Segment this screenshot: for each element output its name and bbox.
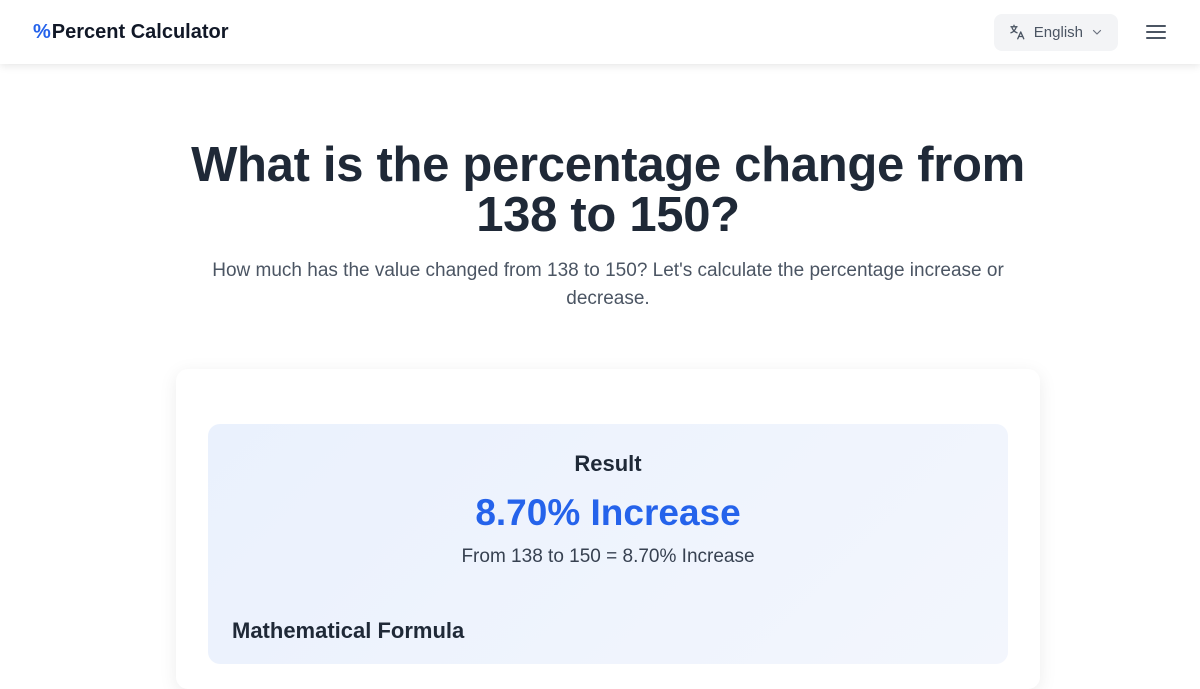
hamburger-menu-icon[interactable] [1144,20,1168,44]
top-header: % Percent Calculator English [0,0,1200,64]
page-title: What is the percentage change from 138 t… [191,138,1025,242]
brand-logo[interactable]: % Percent Calculator [33,21,229,44]
formula-heading: Mathematical Formula [232,618,465,643]
brand-symbol: % [33,20,51,43]
header-actions: English [993,13,1168,51]
result-description: From 138 to 150 = 8.70% Increase [461,546,755,567]
main-content: What is the percentage change from 138 t… [0,64,1200,689]
language-selector[interactable]: English [993,13,1118,51]
page-subtitle: How much has the value changed from 138 … [212,260,1004,309]
brand-name: Percent Calculator [51,20,229,43]
translate-icon [1008,23,1026,41]
result-heading: Result [574,451,642,476]
result-value: 8.70% Increase [475,492,741,533]
result-panel: Result 8.70% Increase From 138 to 150 = … [208,424,1008,664]
chevron-down-icon [1091,26,1103,38]
result-card: Result 8.70% Increase From 138 to 150 = … [176,369,1040,689]
language-label: English [1033,23,1083,41]
